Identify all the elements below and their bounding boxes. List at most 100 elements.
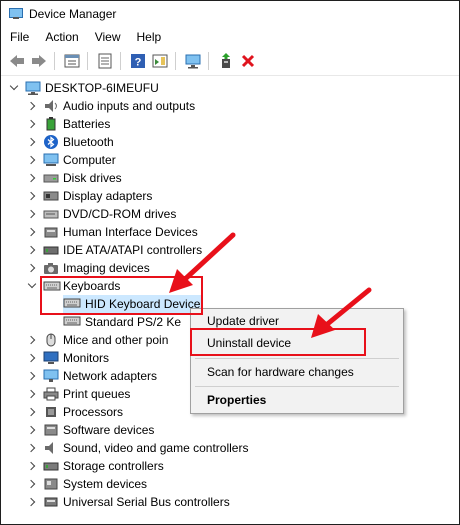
window-title: Device Manager	[29, 7, 117, 21]
disk-drive-icon	[43, 171, 59, 185]
chevron-down-icon[interactable]	[27, 281, 37, 291]
context-item-label: Update driver	[207, 314, 280, 328]
update-driver-icon[interactable]	[216, 51, 236, 71]
tree-category-label: DVD/CD-ROM drives	[63, 207, 177, 221]
tree-category-display-adapters[interactable]: Display adapters	[27, 187, 152, 205]
device-manager-window: Device Manager File Action View Help ? D…	[0, 0, 460, 525]
tree-category-system-devices[interactable]: System devices	[27, 475, 147, 493]
sound-icon	[43, 441, 59, 455]
computer-icon	[25, 81, 41, 95]
tree-category-processors[interactable]: Processors	[27, 403, 123, 421]
chevron-down-icon[interactable]	[9, 83, 19, 93]
tree-category-label: Audio inputs and outputs	[63, 99, 196, 113]
chevron-right-icon[interactable]	[27, 353, 37, 363]
processor-icon	[43, 405, 59, 419]
tree-category-label: Disk drives	[63, 171, 122, 185]
network-icon	[43, 369, 59, 383]
tree-category-software-devices[interactable]: Software devices	[27, 421, 154, 439]
usb-icon	[43, 495, 59, 509]
tree-category-universal-serial-bus-controllers[interactable]: Universal Serial Bus controllers	[27, 493, 230, 511]
context-item-label: Properties	[207, 393, 267, 407]
tree-category-dvd-cd-rom-drives[interactable]: DVD/CD-ROM drives	[27, 205, 176, 223]
tree-category-label: Imaging devices	[63, 261, 150, 275]
chevron-right-icon[interactable]	[27, 173, 37, 183]
storage-icon	[43, 459, 59, 473]
dvd-icon	[43, 207, 59, 221]
tree-root[interactable]: DESKTOP-6IMEUFU	[9, 79, 159, 97]
menu-help[interactable]: Help	[130, 30, 169, 44]
context-scan-hardware[interactable]: Scan for hardware changes	[191, 362, 403, 382]
tree-category-disk-drives[interactable]: Disk drives	[27, 169, 122, 187]
battery-icon	[43, 117, 59, 131]
svg-text:?: ?	[135, 57, 142, 69]
chevron-right-icon[interactable]	[27, 389, 37, 399]
chevron-right-icon[interactable]	[27, 245, 37, 255]
action-pane-icon[interactable]	[150, 51, 170, 71]
toolbar-separator	[87, 52, 88, 70]
keyboard-icon	[63, 315, 81, 329]
chevron-right-icon[interactable]	[27, 425, 37, 435]
tree-category-label: System devices	[63, 477, 148, 491]
tree-category-network-adapters[interactable]: Network adapters	[27, 367, 157, 385]
chevron-right-icon[interactable]	[27, 443, 37, 453]
tree-category-label: Computer	[63, 153, 116, 167]
toolbar-separator	[208, 52, 209, 70]
tree-category-imaging-devices[interactable]: Imaging devices	[27, 259, 150, 277]
chevron-right-icon[interactable]	[27, 461, 37, 471]
printer-icon	[43, 387, 59, 401]
menu-bar: File Action View Help	[1, 27, 459, 47]
menu-file[interactable]: File	[3, 30, 36, 44]
computer-icon	[43, 153, 59, 167]
tree-category-label: Storage controllers	[63, 459, 164, 473]
chevron-right-icon[interactable]	[27, 407, 37, 417]
tree-category-batteries[interactable]: Batteries	[27, 115, 110, 133]
chevron-right-icon[interactable]	[27, 335, 37, 345]
context-separator	[195, 386, 399, 387]
system-icon	[43, 477, 59, 491]
tree-device-standard-ps-2-ke[interactable]: Standard PS/2 Ke	[63, 313, 181, 331]
show-hidden-icon[interactable]	[95, 51, 115, 71]
forward-icon[interactable]	[29, 51, 49, 71]
tree-category-storage-controllers[interactable]: Storage controllers	[27, 457, 164, 475]
tree-category-monitors[interactable]: Monitors	[27, 349, 109, 367]
chevron-right-icon[interactable]	[27, 263, 37, 273]
tree-category-bluetooth[interactable]: Bluetooth	[27, 133, 114, 151]
bluetooth-icon	[43, 135, 59, 149]
chevron-right-icon[interactable]	[27, 101, 37, 111]
context-properties[interactable]: Properties	[191, 390, 403, 410]
chevron-right-icon[interactable]	[27, 209, 37, 219]
context-separator	[195, 358, 399, 359]
uninstall-icon[interactable]	[238, 51, 258, 71]
chevron-right-icon[interactable]	[27, 191, 37, 201]
tree-category-audio-inputs-and-outputs[interactable]: Audio inputs and outputs	[27, 97, 195, 115]
display-adapter-icon	[43, 189, 59, 203]
tree-category-sound-video-and-game-controllers[interactable]: Sound, video and game controllers	[27, 439, 248, 457]
tree-category-label: Software devices	[63, 423, 155, 437]
help-icon[interactable]: ?	[128, 51, 148, 71]
menu-view[interactable]: View	[88, 30, 128, 44]
tree-root-label: DESKTOP-6IMEUFU	[45, 81, 159, 95]
chevron-right-icon[interactable]	[27, 119, 37, 129]
properties-icon[interactable]	[62, 51, 82, 71]
menu-action[interactable]: Action	[38, 30, 85, 44]
monitor-icon[interactable]	[183, 51, 203, 71]
tree-category-computer[interactable]: Computer	[27, 151, 116, 169]
tree-category-label: Print queues	[63, 387, 131, 401]
device-manager-icon	[9, 8, 23, 20]
tree-category-label: Network adapters	[63, 369, 158, 383]
tree-device-label: Standard PS/2 Ke	[85, 315, 182, 329]
tree-category-label: Processors	[63, 405, 124, 419]
annotation-arrow-icon	[169, 232, 236, 293]
chevron-right-icon[interactable]	[27, 371, 37, 381]
chevron-right-icon[interactable]	[27, 479, 37, 489]
tree-category-mice-and-other-poin[interactable]: Mice and other poin	[27, 331, 168, 349]
context-item-label: Scan for hardware changes	[207, 365, 354, 379]
chevron-right-icon[interactable]	[27, 155, 37, 165]
chevron-right-icon[interactable]	[27, 227, 37, 237]
chevron-right-icon[interactable]	[27, 137, 37, 147]
software-device-icon	[43, 423, 59, 437]
chevron-right-icon[interactable]	[27, 497, 37, 507]
back-icon[interactable]	[7, 51, 27, 71]
tree-category-print-queues[interactable]: Print queues	[27, 385, 130, 403]
tree-category-label: Universal Serial Bus controllers	[63, 495, 230, 509]
